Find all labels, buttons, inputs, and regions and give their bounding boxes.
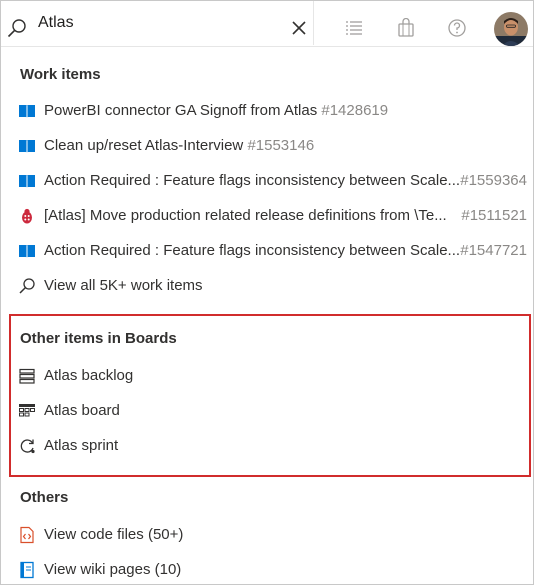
work-item-id: #1559364 (460, 172, 527, 189)
boards-item-board[interactable]: Atlas board (18, 398, 530, 424)
search-dropdown-panel: Work items PowerBI connector GA Signoff … (0, 0, 534, 585)
work-item-id: #1553146 (247, 137, 315, 154)
help-circle-icon[interactable] (447, 18, 467, 38)
boards-item-label: Atlas sprint (44, 437, 119, 454)
work-item-title: PowerBI connector GA Signoff from Atlas (44, 102, 318, 119)
top-bar (1, 1, 533, 47)
marketplace-bag-icon[interactable] (396, 18, 416, 38)
view-all-work-items-link[interactable]: View all 5K+ work items (18, 273, 530, 299)
work-item-row[interactable]: Clean up/reset Atlas-Interview #1553146 (18, 133, 530, 159)
work-item-row[interactable]: Action Required : Feature flags inconsis… (18, 238, 530, 264)
view-code-files-link[interactable]: View code files (50+) (18, 522, 530, 548)
work-item-title: [Atlas] Move production related release … (44, 207, 447, 224)
boards-item-sprint[interactable]: Atlas sprint (18, 433, 530, 459)
bug-icon (22, 208, 32, 224)
board-icon (19, 404, 35, 417)
search-box (1, 1, 314, 45)
work-item-title: Clean up/reset Atlas-Interview (44, 137, 244, 154)
work-item-title: Action Required : Feature flags inconsis… (44, 172, 461, 189)
boards-item-backlog[interactable]: Atlas backlog (18, 363, 530, 389)
wiki-page-icon (20, 561, 34, 579)
work-item-row[interactable]: PowerBI connector GA Signoff from Atlas … (18, 98, 530, 124)
work-item-id: #1428619 (321, 102, 389, 119)
others-heading: Others (20, 489, 69, 506)
work-item-title: Action Required : Feature flags inconsis… (44, 242, 461, 259)
work-item-row[interactable]: Action Required : Feature flags inconsis… (18, 168, 530, 194)
others-item-label: View code files (50+) (44, 526, 184, 543)
others-item-label: View wiki pages (10) (44, 561, 182, 578)
close-icon[interactable] (291, 20, 307, 36)
boards-item-label: Atlas board (44, 402, 120, 419)
work-item-id: #1511521 (461, 207, 527, 224)
boards-item-label: Atlas backlog (44, 367, 134, 384)
book-icon (19, 140, 35, 153)
view-wiki-pages-link[interactable]: View wiki pages (10) (18, 557, 530, 583)
book-icon (19, 245, 35, 258)
search-icon (7, 19, 26, 38)
search-input[interactable] (38, 11, 278, 35)
boards-heading: Other items in Boards (20, 330, 177, 347)
work-item-row[interactable]: [Atlas] Move production related release … (18, 203, 530, 229)
search-icon (19, 278, 35, 294)
checklist-icon[interactable] (344, 18, 364, 38)
code-file-icon (20, 526, 34, 544)
view-all-label: View all 5K+ work items (44, 277, 203, 294)
backlog-icon (19, 368, 35, 384)
sprint-icon (20, 439, 35, 454)
work-item-id: #1547721 (460, 242, 527, 259)
user-avatar[interactable] (494, 12, 528, 46)
book-icon (19, 175, 35, 188)
book-icon (19, 105, 35, 118)
work-items-heading: Work items (20, 66, 101, 83)
